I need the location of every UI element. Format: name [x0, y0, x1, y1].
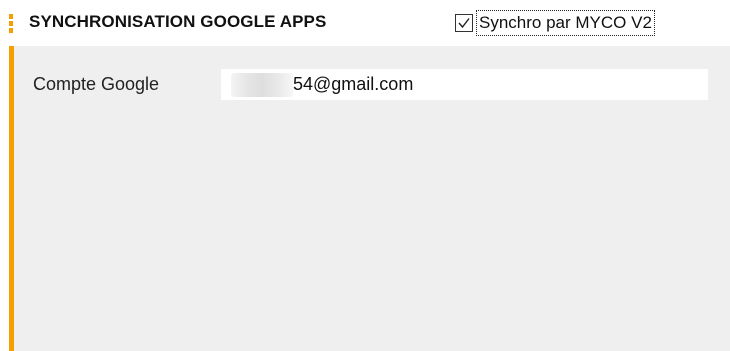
check-icon	[458, 18, 470, 29]
checkbox-box[interactable]	[455, 14, 473, 32]
google-apps-sync-panel: SYNCHRONISATION GOOGLE APPS Synchro par …	[0, 0, 730, 351]
panel-header: SYNCHRONISATION GOOGLE APPS Synchro par …	[0, 0, 730, 46]
panel-title: SYNCHRONISATION GOOGLE APPS	[29, 12, 327, 31]
google-account-value: 54@gmail.com	[293, 74, 414, 94]
redacted-text-blur	[231, 73, 293, 97]
sync-myco-checkbox[interactable]: Synchro par MYCO V2	[455, 9, 655, 37]
sync-myco-label[interactable]: Synchro par MYCO V2	[476, 10, 655, 36]
google-account-label: Compte Google	[33, 74, 160, 94]
google-account-field[interactable]: 54@gmail.com	[221, 69, 708, 100]
header-accent-marker	[9, 14, 13, 34]
panel-body: Compte Google 54@gmail.com	[9, 46, 730, 351]
